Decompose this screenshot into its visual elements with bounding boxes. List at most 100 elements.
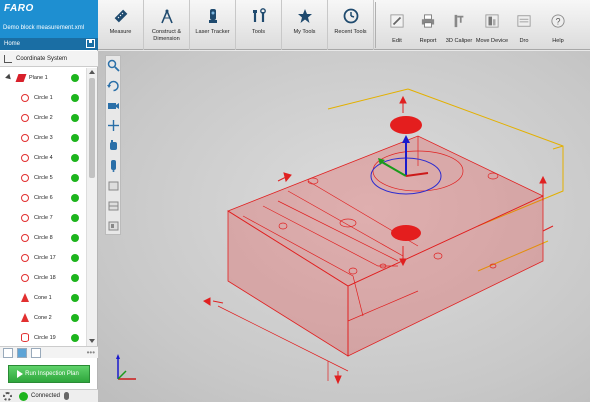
scroll-up-icon[interactable] (89, 70, 95, 74)
tile-view-icon[interactable] (31, 348, 41, 358)
tree-item-cone-2[interactable]: Cone 2 (0, 308, 86, 328)
ribbon-label: Construct & Dimension (151, 29, 182, 42)
tree-item-circle-19[interactable]: Circle 19 (0, 328, 86, 346)
save-icon[interactable] (86, 39, 95, 48)
grid-view-icon[interactable] (17, 348, 27, 358)
tree-item-label: Circle 3 (34, 135, 53, 141)
status-ok-icon (71, 214, 79, 222)
circle-icon (21, 234, 29, 242)
circle-icon (21, 114, 29, 122)
tree-item-cone-1[interactable]: Cone 1 (0, 288, 86, 308)
tree-item-circle-4[interactable]: Circle 4 (0, 148, 86, 168)
tree-item-label: Circle 1 (34, 95, 53, 101)
caliper-icon (454, 14, 464, 28)
cone-icon (21, 313, 29, 322)
dro-button[interactable]: Dro (512, 0, 536, 50)
tree-item-circle-17[interactable]: Circle 17 (0, 248, 86, 268)
collapse-arrow-icon[interactable] (5, 73, 13, 82)
axis-triad (116, 354, 136, 380)
move-device-button[interactable]: Move Device (475, 0, 509, 50)
status-ok-icon (71, 314, 79, 322)
edit-button[interactable]: Edit (384, 0, 410, 50)
status-ok-icon (71, 254, 79, 262)
cone-icon (21, 293, 29, 302)
tree-item-label: Plane 1 (29, 75, 48, 81)
tree-scrollbar[interactable] (86, 68, 97, 346)
circle-icon (21, 94, 29, 102)
tracker-icon (208, 9, 217, 23)
tree-item-circle-8[interactable]: Circle 8 (0, 228, 86, 248)
3d-viewport[interactable] (98, 51, 590, 402)
feature-tree: Plane 1 Circle 1 Circle 2 Circle 3 Circl… (0, 68, 86, 346)
tree-item-label: Circle 18 (34, 275, 56, 281)
circle-icon (21, 274, 29, 282)
my-tools-button[interactable]: My Tools (282, 0, 328, 50)
ribbon-toolbar: Measure Construct & Dimension Laser Trac… (98, 0, 590, 50)
measure-button[interactable]: Measure (98, 0, 144, 50)
star-icon (297, 9, 312, 23)
z-axis-head (402, 135, 410, 143)
3d-caliper-button[interactable]: 3D Caliper (444, 0, 474, 50)
ribbon-separator (375, 2, 376, 48)
tree-item-circle-5[interactable]: Circle 5 (0, 168, 86, 188)
view-switcher: ••• (0, 346, 98, 358)
part-model-scene[interactable] (98, 51, 590, 402)
status-ok-icon (71, 114, 79, 122)
tree-item-circle-7[interactable]: Circle 7 (0, 208, 86, 228)
brand-header: FARO Demo block measurement.xml (0, 0, 98, 38)
dro-icon (517, 15, 531, 27)
ribbon-label: Laser Tracker (195, 29, 230, 35)
gear-icon[interactable] (3, 392, 12, 401)
ribbon-label: Recent Tools (334, 29, 367, 35)
tree-item-label: Cone 2 (34, 315, 52, 321)
connection-status-icon (19, 392, 28, 401)
status-ok-icon (71, 194, 79, 202)
coordinate-system-row[interactable]: Coordinate System (0, 51, 98, 67)
status-ok-icon (71, 174, 79, 182)
more-options-icon[interactable]: ••• (87, 348, 95, 357)
report-button[interactable]: Report (414, 0, 442, 50)
status-ok-icon (71, 274, 79, 282)
tree-item-circle-6[interactable]: Circle 6 (0, 188, 86, 208)
tree-item-label: Circle 6 (34, 195, 53, 201)
circle-icon (21, 154, 29, 162)
tree-item-circle-3[interactable]: Circle 3 (0, 128, 86, 148)
pencil-icon (390, 14, 404, 28)
tree-item-circle-2[interactable]: Circle 2 (0, 108, 86, 128)
tree-item-label: Circle 7 (34, 215, 53, 221)
tools-button[interactable]: Tools (236, 0, 282, 50)
help-icon: ? (551, 14, 565, 28)
tree-item-label: Circle 2 (34, 115, 53, 121)
left-panel: FARO Demo block measurement.xml Home Coo… (0, 0, 98, 402)
tree-item-plane-1[interactable]: Plane 1 (0, 68, 86, 88)
status-ok-icon (71, 74, 79, 82)
plane-icon (15, 74, 27, 82)
laser-tracker-button[interactable]: Laser Tracker (190, 0, 236, 50)
scroll-thumb[interactable] (89, 78, 95, 178)
list-view-icon[interactable] (3, 348, 13, 358)
ribbon-label: 3D Caliper (445, 38, 473, 44)
tree-item-label: Circle 4 (34, 155, 53, 161)
tree-item-circle-18[interactable]: Circle 18 (0, 268, 86, 288)
home-bar[interactable]: Home (0, 38, 98, 50)
ribbon-label: Help (552, 38, 564, 44)
ribbon-label: Tools (251, 29, 266, 35)
cylinder-top-cap (390, 116, 422, 134)
recent-tools-button[interactable]: Recent Tools (328, 0, 374, 50)
microphone-icon[interactable] (64, 392, 69, 400)
tree-item-circle-1[interactable]: Circle 1 (0, 88, 86, 108)
help-button[interactable]: ? Help (546, 0, 570, 50)
coordinate-system-label: Coordinate System (16, 56, 68, 62)
construct-dimension-button[interactable]: Construct & Dimension (144, 0, 190, 50)
status-ok-icon (71, 94, 79, 102)
circle-icon (21, 254, 29, 262)
circle-icon (21, 194, 29, 202)
scroll-down-icon[interactable] (89, 339, 95, 343)
tree-item-label: Cone 1 (34, 295, 52, 301)
status-ok-icon (71, 334, 79, 342)
tree-item-label: Circle 5 (34, 175, 53, 181)
faro-logo: FARO (4, 3, 34, 14)
status-ok-icon (71, 154, 79, 162)
home-label[interactable]: Home (4, 41, 20, 47)
run-inspection-plan-button[interactable]: Run Inspection Plan (8, 365, 90, 383)
